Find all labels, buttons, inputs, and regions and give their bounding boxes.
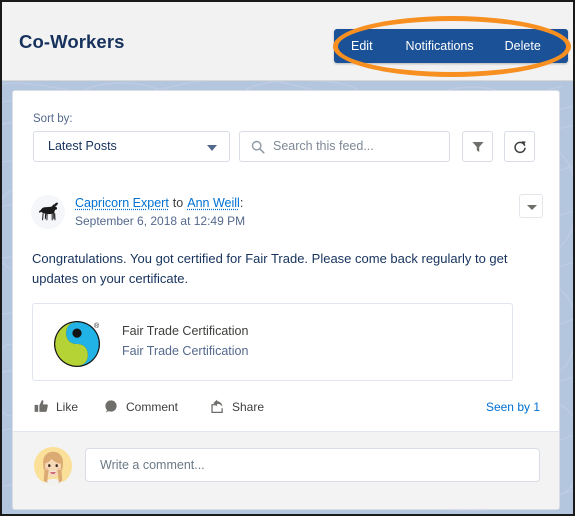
attachment-text: Fair Trade Certification Fair Trade Cert… — [122, 321, 248, 361]
post-byline: Capricorn Expert to Ann Weill: — [75, 195, 495, 212]
chevron-down-icon — [207, 145, 217, 151]
post-byline-punct: : — [239, 196, 244, 210]
filter-icon — [472, 142, 484, 152]
share-button[interactable]: Share — [210, 391, 264, 423]
share-label: Share — [232, 400, 265, 414]
sort-select[interactable]: Latest Posts — [33, 131, 230, 162]
avatar[interactable] — [34, 447, 72, 485]
attachment-card[interactable]: ® Fair Trade Certification Fair Trade Ce… — [32, 303, 513, 381]
delete-button[interactable]: Delete — [505, 29, 541, 63]
page-title: Co-Workers — [19, 31, 125, 52]
like-label: Like — [56, 400, 79, 414]
comment-button[interactable]: Comment — [104, 391, 178, 423]
search-placeholder: Search this feed... — [273, 139, 374, 153]
post-preposition: to — [172, 196, 184, 210]
woman-avatar-icon — [34, 447, 72, 485]
post-timestamp: September 6, 2018 at 12:49 PM — [75, 214, 246, 228]
comment-input[interactable]: Write a comment... — [85, 448, 540, 482]
search-input[interactable]: Search this feed... — [239, 131, 450, 162]
comment-placeholder: Write a comment... — [100, 458, 205, 472]
comment-bubble-icon — [105, 400, 117, 413]
post-action-row: Like Comment Share Seen by 1 — [13, 391, 559, 423]
thumbs-up-icon — [34, 400, 48, 412]
comment-composer: Write a comment... — [13, 431, 559, 509]
sort-select-value: Latest Posts — [48, 139, 117, 153]
post-author-link[interactable]: Capricorn Expert — [75, 196, 169, 210]
app-header: Co-Workers Edit Notifications Delete — [2, 2, 573, 81]
post-menu-button[interactable] — [519, 194, 543, 218]
goat-avatar-icon — [31, 195, 65, 229]
comment-label: Comment — [126, 400, 179, 414]
avatar[interactable] — [31, 195, 65, 229]
edit-button[interactable]: Edit — [351, 29, 373, 63]
svg-text:®: ® — [94, 322, 100, 330]
feed-card: Sort by: Latest Posts Search this feed..… — [12, 90, 560, 510]
header-action-bar: Edit Notifications Delete — [334, 29, 568, 63]
post-body: Congratulations. You got certified for F… — [32, 251, 508, 286]
filter-button[interactable] — [462, 131, 493, 162]
chevron-down-icon — [527, 205, 537, 210]
attachment-subtitle: Fair Trade Certification — [122, 344, 249, 358]
post-recipient-link[interactable]: Ann Weill — [187, 196, 240, 210]
notifications-button[interactable]: Notifications — [406, 29, 474, 63]
attachment-title: Fair Trade Certification — [122, 324, 249, 338]
sort-by-label: Sort by: — [33, 113, 73, 125]
post-meta: Capricorn Expert to Ann Weill: September 6… — [75, 195, 495, 230]
like-button[interactable]: Like — [34, 391, 78, 423]
seen-by-link[interactable]: Seen by 1 — [486, 391, 540, 423]
share-icon — [211, 399, 223, 413]
search-icon — [251, 140, 265, 154]
fair-trade-logo-icon: ® — [53, 318, 103, 368]
refresh-button[interactable] — [504, 131, 535, 162]
refresh-icon — [514, 141, 526, 154]
